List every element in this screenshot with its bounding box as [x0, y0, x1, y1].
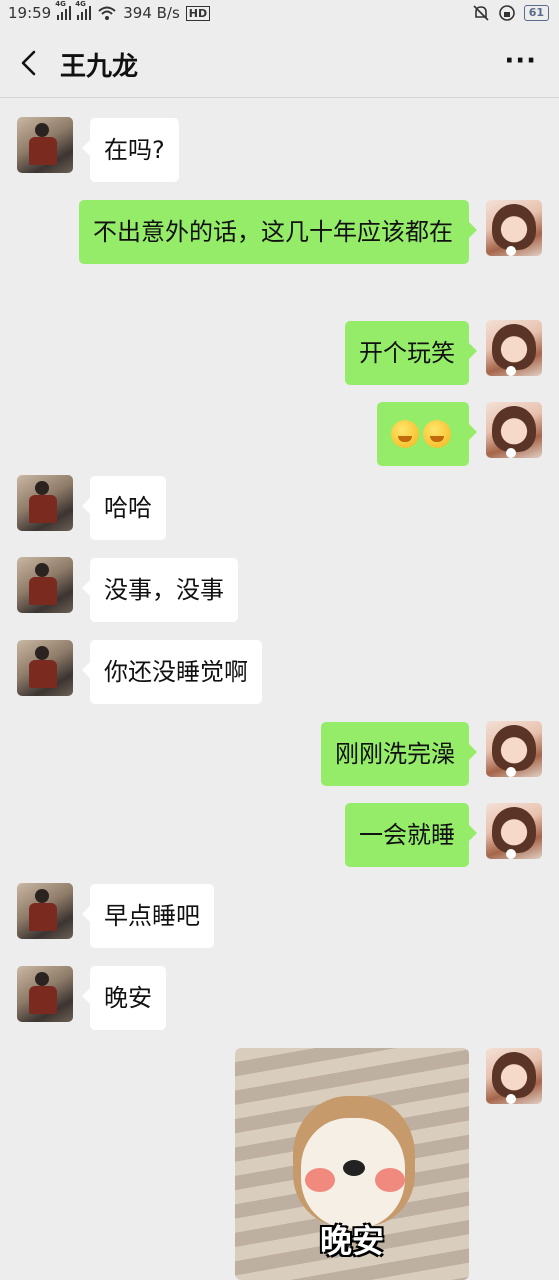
status-right: 61: [472, 4, 549, 22]
grin-emoji-icon: [423, 420, 451, 448]
battery-indicator: 61: [523, 5, 549, 21]
message-bubble-outgoing[interactable]: [377, 402, 477, 466]
contact-avatar[interactable]: [17, 557, 73, 613]
message-bubble-outgoing[interactable]: 一会就睡: [345, 803, 477, 867]
message-bubble-incoming[interactable]: 没事，没事: [82, 558, 238, 622]
cheek: [305, 1168, 335, 1192]
message-bubble-outgoing[interactable]: 不出意外的话，这几十年应该都在: [79, 200, 477, 264]
message-bubble-incoming[interactable]: 你还没睡觉啊: [82, 640, 262, 704]
my-avatar[interactable]: [486, 200, 542, 256]
my-avatar[interactable]: [486, 803, 542, 859]
cell-signal-icon: 4G: [55, 0, 72, 20]
contact-avatar[interactable]: [17, 883, 73, 939]
message-bubble-outgoing[interactable]: 刚刚洗完澡: [321, 722, 477, 786]
message-bubble-outgoing[interactable]: 开个玩笑: [345, 321, 477, 385]
hd-icon: HD: [185, 5, 211, 21]
network-speed: 394 B/s: [123, 4, 180, 22]
message-bubble-incoming[interactable]: 早点睡吧: [82, 884, 214, 948]
sticker-caption: 晚安: [319, 1222, 384, 1260]
message-bubble-incoming[interactable]: 哈哈: [82, 476, 166, 540]
dog-nose: [343, 1160, 365, 1176]
cell-signal-icon: 4G: [75, 0, 92, 20]
contact-avatar[interactable]: [17, 640, 73, 696]
back-arrow-icon[interactable]: [14, 48, 44, 78]
status-bar: 19:59 4G 4G 394 B/s HD 61: [0, 0, 559, 30]
contact-avatar[interactable]: [17, 966, 73, 1022]
status-time: 19:59: [8, 4, 52, 22]
chat-title: 王九龙: [60, 52, 139, 82]
message-bubble-incoming[interactable]: 晚安: [82, 966, 166, 1030]
cheek: [375, 1168, 405, 1192]
my-avatar[interactable]: [486, 320, 542, 376]
sticker-message[interactable]: 晚安: [235, 1048, 469, 1280]
grin-emoji-icon: [391, 420, 419, 448]
my-avatar[interactable]: [486, 721, 542, 777]
more-options-icon[interactable]: ···: [504, 46, 537, 76]
my-avatar[interactable]: [486, 402, 542, 458]
wifi-icon: [98, 6, 116, 20]
status-left: 19:59 4G 4G 394 B/s HD: [8, 0, 211, 22]
my-avatar[interactable]: [486, 1048, 542, 1104]
chat-header: 王九龙 ···: [0, 30, 559, 98]
message-bubble-incoming[interactable]: 在吗?: [82, 118, 179, 182]
contact-avatar[interactable]: [17, 117, 73, 173]
lock-rotation-icon: [498, 5, 515, 21]
contact-avatar[interactable]: [17, 475, 73, 531]
alarm-muted-icon: [473, 5, 489, 21]
